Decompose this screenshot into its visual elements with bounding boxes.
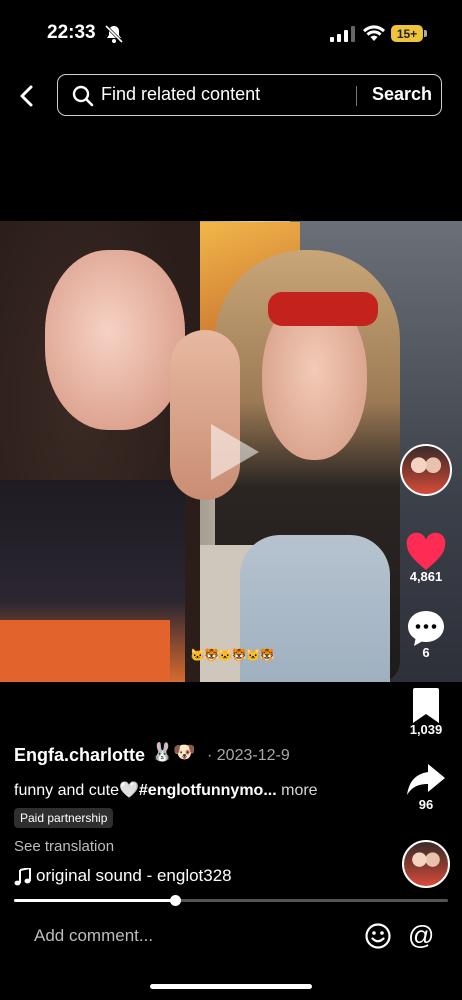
search-input[interactable]: Find related content <box>101 84 351 105</box>
heart-icon[interactable] <box>404 532 448 572</box>
paid-partnership-badge: Paid partnership <box>14 808 114 828</box>
video-progress-fill <box>14 899 175 902</box>
play-icon[interactable] <box>203 420 263 484</box>
sound-name[interactable]: original sound - englot328 <box>36 866 232 886</box>
caption-hashtag[interactable]: #englotfunnymo... <box>139 782 277 799</box>
home-indicator <box>150 984 312 989</box>
emoji-icon[interactable] <box>364 922 392 950</box>
comment-input[interactable]: Add comment... <box>34 926 153 946</box>
search-icon <box>72 85 94 107</box>
wifi-icon <box>363 25 385 41</box>
bookmark-icon[interactable] <box>404 685 448 725</box>
like-count: 4,861 <box>409 569 443 584</box>
search-button[interactable]: Search <box>372 84 432 105</box>
caption-more-link[interactable]: more <box>281 782 317 799</box>
post-date: · 2023-12-9 <box>207 747 290 764</box>
caption-text: funny and cute🤍 <box>14 782 139 799</box>
search-divider <box>356 86 357 106</box>
creator-avatar[interactable] <box>400 444 452 496</box>
comment-count: 6 <box>422 645 430 660</box>
battery-tip <box>424 30 427 37</box>
video-sticker-text: 🐱🐯🐱🐯🐱🐯 <box>190 648 275 662</box>
signal-icon <box>330 26 355 42</box>
sound-disc-avatar[interactable] <box>402 840 450 888</box>
share-arrow-icon[interactable] <box>404 760 448 800</box>
post-caption[interactable]: funny and cute🤍#englotfunnymo... more <box>14 780 318 800</box>
username-emoji: 🐰🐶 <box>151 742 196 762</box>
status-time: 22:33 <box>47 22 96 43</box>
mention-at-icon[interactable]: @ <box>408 920 434 951</box>
creator-username[interactable]: Engfa.charlotte <box>14 745 145 766</box>
silent-bell-icon <box>104 24 124 44</box>
share-count: 96 <box>418 797 434 812</box>
save-count: 1,039 <box>409 722 443 737</box>
back-arrow-icon[interactable] <box>14 83 40 109</box>
video-person-left-face <box>45 250 185 430</box>
video-progress-handle[interactable] <box>170 895 181 906</box>
see-translation-link[interactable]: See translation <box>14 838 114 855</box>
battery-indicator: 15+ <box>391 25 423 42</box>
comment-icon[interactable] <box>404 608 448 648</box>
video-orange-cloth <box>0 620 170 682</box>
music-note-icon <box>14 868 31 886</box>
video-red-bandana <box>268 292 378 326</box>
